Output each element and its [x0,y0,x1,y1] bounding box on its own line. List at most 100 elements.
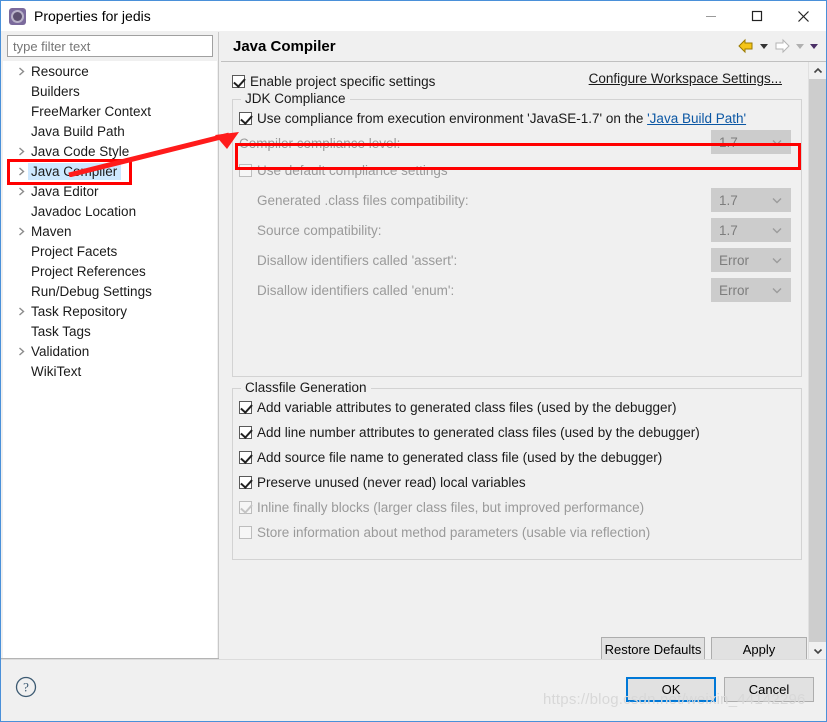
jdk-field-row: Disallow identifiers called 'enum': [257,280,454,300]
scroll-up-chevron-up-icon[interactable] [809,62,826,79]
sidebar-item-resource[interactable]: Resource [3,61,217,81]
jdk-compliance-group: JDK Compliance Use compliance from execu… [232,91,802,377]
classfile-option-label: Add variable attributes to generated cla… [257,399,677,415]
sidebar-item-maven[interactable]: Maven [3,221,217,241]
jdk-field-combo[interactable]: 1.7 [711,188,791,212]
compliance-level-row: Compiler compliance level: [239,133,400,153]
back-menu-chevron-down-icon[interactable] [758,40,770,52]
minimize-button[interactable] [688,1,734,31]
window-controls [688,1,826,31]
properties-dialog: Properties for jedis type filter text Re… [0,0,827,722]
compliance-level-value: 1.7 [719,134,738,150]
sidebar-item-label: Project References [31,263,146,279]
chevron-right-icon[interactable] [13,143,29,159]
filter-placeholder: type filter text [13,38,91,54]
sidebar-item-label: Task Repository [31,303,128,319]
classfile-option-row[interactable]: Add variable attributes to generated cla… [239,397,677,417]
jdk-field-combo[interactable]: 1.7 [711,218,791,242]
sidebar-item-java-editor[interactable]: Java Editor [3,181,217,201]
content-vertical-scrollbar[interactable] [808,62,826,659]
sidebar-item-run-debug-settings[interactable]: Run/Debug Settings [3,281,217,301]
enable-project-specific-checkbox[interactable] [232,74,245,88]
classfile-option-label: Preserve unused (never read) local varia… [257,474,526,490]
chevron-down-icon [771,254,783,266]
apply-button[interactable]: Apply [711,637,807,661]
classfile-option-row[interactable]: Add line number attributes to generated … [239,422,700,442]
sidebar-item-label: Project Facets [31,243,118,259]
sidebar-item-java-compiler[interactable]: Java Compiler [3,161,217,181]
window-title: Properties for jedis [34,8,151,24]
close-button[interactable] [780,1,826,31]
sidebar-item-label: Run/Debug Settings [31,283,152,299]
classfile-option-row[interactable]: Store information about method parameter… [239,522,650,542]
maximize-button[interactable] [734,1,780,31]
scrollbar-thumb[interactable] [809,79,826,642]
compliance-level-combo[interactable]: 1.7 [711,130,791,154]
jdk-field-combo[interactable]: Error [711,278,791,302]
back-arrow-icon[interactable] [736,37,756,55]
chevron-right-icon[interactable] [13,343,29,359]
tree-scroll-gutter [211,61,217,658]
chevron-down-icon [771,224,783,236]
sidebar-item-java-build-path[interactable]: Java Build Path [3,121,217,141]
settings-tree[interactable]: Resource Builders FreeMarker Context Java B… [3,61,217,658]
use-default-compliance-checkbox[interactable] [239,163,252,177]
use-execution-environment-checkbox[interactable] [239,111,252,125]
sidebar-item-builders[interactable]: Builders [3,81,217,101]
ok-button[interactable]: OK [626,677,716,702]
sidebar-item-project-references[interactable]: Project References [3,261,217,281]
cancel-button[interactable]: Cancel [724,677,814,702]
eclipse-properties-icon [9,7,26,25]
chevron-down-icon [771,284,783,296]
classfile-option-checkbox[interactable] [239,500,252,514]
chevron-down-icon [771,194,783,206]
scroll-down-chevron-down-icon[interactable] [809,642,826,659]
classfile-option-checkbox[interactable] [239,475,252,489]
classfile-generation-group: Classfile Generation Add variable attrib… [232,380,802,560]
sidebar-item-label: FreeMarker Context [31,103,152,119]
sidebar-item-javadoc-location[interactable]: Javadoc Location [3,201,217,221]
chevron-right-icon[interactable] [13,223,29,239]
classfile-option-checkbox[interactable] [239,450,252,464]
classfile-option-row[interactable]: Preserve unused (never read) local varia… [239,472,526,492]
jdk-field-label: Generated .class files compatibility: [257,192,469,208]
use-default-compliance-row[interactable]: Use default compliance settings [239,160,448,180]
java-build-path-link[interactable]: 'Java Build Path' [647,111,746,126]
classfile-option-checkbox[interactable] [239,425,252,439]
sidebar-item-freemarker-context[interactable]: FreeMarker Context [3,101,217,121]
chevron-right-icon[interactable] [13,303,29,319]
filter-input[interactable]: type filter text [7,35,213,57]
chevron-right-icon[interactable] [13,183,29,199]
configure-workspace-settings-link[interactable]: Configure Workspace Settings... [589,71,782,86]
classfile-option-row[interactable]: Add source file name to generated class … [239,447,662,467]
jdk-compliance-group-title: JDK Compliance [241,91,350,106]
sidebar-item-project-facets[interactable]: Project Facets [3,241,217,261]
page-nav-toolbar [736,37,820,55]
sidebar-item-label: Task Tags [31,323,91,339]
sidebar-item-validation[interactable]: Validation [3,341,217,361]
classfile-option-row[interactable]: Inline finally blocks (larger class file… [239,497,644,517]
page-content: Enable project specific settings Configu… [224,63,804,633]
sidebar-item-task-tags[interactable]: Task Tags [3,321,217,341]
sidebar-item-label: Java Compiler [28,162,122,180]
classfile-generation-group-title: Classfile Generation [241,380,371,395]
sidebar-item-wikitext[interactable]: WikiText [3,361,217,381]
use-execution-environment-row[interactable]: Use compliance from execution environmen… [239,108,746,128]
sidebar-item-java-code-style[interactable]: Java Code Style [3,141,217,161]
chevron-right-icon[interactable] [13,63,29,79]
sidebar-item-task-repository[interactable]: Task Repository [3,301,217,321]
jdk-field-combo[interactable]: Error [711,248,791,272]
sidebar-item-label: WikiText [31,363,82,379]
svg-text:?: ? [23,680,29,695]
classfile-option-checkbox[interactable] [239,525,252,539]
classfile-option-checkbox[interactable] [239,400,252,414]
sidebar-item-label: Resource [31,63,89,79]
jdk-field-label: Disallow identifiers called 'assert': [257,252,458,268]
view-menu-chevron-down-icon[interactable] [808,40,820,52]
restore-defaults-button[interactable]: Restore Defaults [601,637,705,661]
sidebar-item-label: Validation [31,343,90,359]
jdk-field-value: Error [719,282,749,298]
chevron-down-icon [771,136,783,148]
question-mark-help-icon[interactable]: ? [15,676,37,698]
chevron-right-icon[interactable] [13,163,29,179]
